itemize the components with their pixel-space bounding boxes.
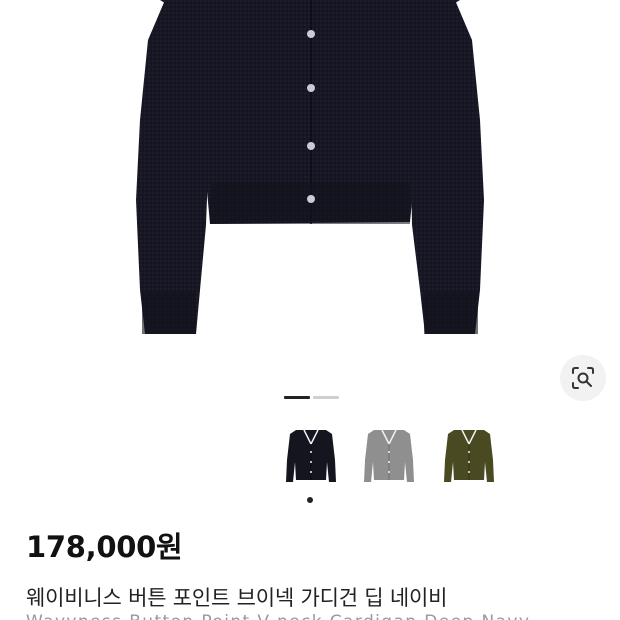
cardigan-thumbnail-navy [286,429,336,482]
selected-swatch-dot [307,497,313,503]
color-swatch-khaki[interactable] [440,420,498,492]
cardigan-illustration [136,0,484,334]
color-swatch-navy[interactable] [282,420,340,492]
visual-search-icon [572,367,594,389]
slide-indicator-active[interactable] [284,396,310,399]
visual-search-button[interactable] [560,355,606,401]
cardigan-thumbnail-khaki [444,429,494,482]
color-swatch-gray[interactable] [360,420,418,492]
product-image[interactable] [0,0,620,380]
product-price: 178,000원 [26,530,183,564]
slide-indicator-inactive[interactable] [313,396,339,399]
product-name-english: Wavyness Button Point V-neck Cardigan De… [26,612,530,620]
cardigan-thumbnail-gray [364,429,414,482]
product-name-korean: 웨이비니스 버튼 포인트 브이넥 가디건 딥 네이비 [26,586,448,610]
